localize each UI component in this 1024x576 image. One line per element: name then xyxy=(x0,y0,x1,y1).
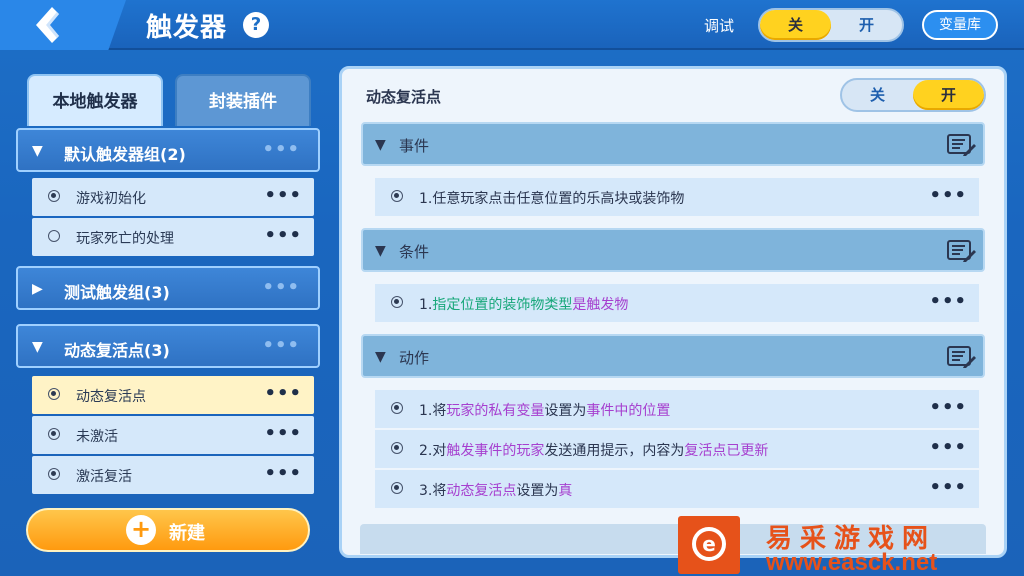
action-row[interactable]: 2.对触发事件的玩家发送通用提示，内容为复活点已更新 ••• xyxy=(375,430,979,468)
action-text: 2.对触发事件的玩家发送通用提示，内容为复活点已更新 xyxy=(419,443,769,459)
tab-packaged-plugins[interactable]: 封装插件 xyxy=(175,74,311,126)
group-test-triggers[interactable]: ▶ 测试触发组(3) ••• xyxy=(16,266,320,310)
trigger-item-game-init[interactable]: 游戏初始化 ••• xyxy=(32,178,314,216)
action-row[interactable]: 3.将动态复活点设置为真 ••• xyxy=(375,470,979,508)
event-text: 1.任意玩家点击任意位置的乐高块或装饰物 xyxy=(419,191,685,207)
disabled-radio-icon[interactable] xyxy=(48,230,60,242)
section-label: 动作 xyxy=(399,349,430,367)
bullet-icon xyxy=(391,190,403,202)
trigger-item-label: 动态复活点 xyxy=(76,389,146,405)
more-options-icon[interactable]: ••• xyxy=(929,437,967,458)
debug-label: 调试 xyxy=(704,17,735,35)
edit-list-icon[interactable] xyxy=(947,133,977,157)
enabled-radio-icon[interactable] xyxy=(48,388,60,400)
debug-toggle-on[interactable]: 开 xyxy=(831,10,902,40)
group-default-triggers[interactable]: ▼ 默认触发器组(2) ••• xyxy=(16,128,320,172)
more-options-icon[interactable]: ••• xyxy=(262,277,300,298)
edit-list-icon[interactable] xyxy=(947,345,977,369)
trigger-item-activate-respawn[interactable]: 激活复活 ••• xyxy=(32,456,314,494)
section-label: 条件 xyxy=(399,243,430,261)
more-options-icon[interactable]: ••• xyxy=(262,139,300,160)
expand-triangle-icon: ▼ xyxy=(375,243,386,259)
bullet-icon xyxy=(391,442,403,454)
back-button[interactable] xyxy=(0,0,126,50)
more-options-icon[interactable]: ••• xyxy=(929,477,967,498)
new-trigger-button[interactable]: + 新建 xyxy=(26,508,310,552)
action-text: 1.将玩家的私有变量设置为事件中的位置 xyxy=(419,403,671,419)
more-options-icon[interactable]: ••• xyxy=(929,291,967,312)
trigger-item-label: 玩家死亡的处理 xyxy=(76,231,174,247)
expand-triangle-icon: ▼ xyxy=(32,143,43,159)
trigger-item-label: 激活复活 xyxy=(76,469,132,485)
enabled-radio-icon[interactable] xyxy=(48,428,60,440)
more-options-icon[interactable]: ••• xyxy=(262,335,300,356)
event-row[interactable]: 1.任意玩家点击任意位置的乐高块或装饰物 ••• xyxy=(375,178,979,216)
more-options-icon[interactable]: ••• xyxy=(264,225,302,246)
trigger-title: 动态复活点 xyxy=(366,88,442,106)
section-label: 事件 xyxy=(399,137,430,155)
section-event[interactable]: ▼ 事件 xyxy=(361,122,985,166)
tab-local-triggers[interactable]: 本地触发器 xyxy=(27,74,163,126)
more-options-icon[interactable]: ••• xyxy=(264,383,302,404)
trigger-item-dynamic-respawn[interactable]: 动态复活点 ••• xyxy=(32,376,314,414)
trigger-item-inactive[interactable]: 未激活 ••• xyxy=(32,416,314,454)
expand-triangle-icon: ▼ xyxy=(375,349,386,365)
action-row[interactable]: 1.将玩家的私有变量设置为事件中的位置 ••• xyxy=(375,390,979,428)
trigger-enable-toggle[interactable]: 关 开 xyxy=(840,78,986,112)
back-arrow-icon xyxy=(36,7,60,43)
group-label: 测试触发组(3) xyxy=(64,283,170,302)
trigger-item-label: 未激活 xyxy=(76,429,118,445)
more-options-icon[interactable]: ••• xyxy=(929,397,967,418)
more-options-icon[interactable]: ••• xyxy=(264,185,302,206)
more-options-icon[interactable]: ••• xyxy=(929,185,967,206)
debug-toggle-off[interactable]: 关 xyxy=(760,10,831,40)
section-action[interactable]: ▼ 动作 xyxy=(361,334,985,378)
debug-toggle[interactable]: 关 开 xyxy=(758,8,904,42)
enabled-radio-icon[interactable] xyxy=(48,468,60,480)
expand-triangle-icon: ▼ xyxy=(375,137,386,153)
more-options-icon[interactable]: ••• xyxy=(264,463,302,484)
page-title: 触发器 xyxy=(146,13,228,43)
bullet-icon xyxy=(391,482,403,494)
trigger-item-label: 游戏初始化 xyxy=(76,191,146,207)
edit-list-icon[interactable] xyxy=(947,239,977,263)
bullet-icon xyxy=(391,296,403,308)
trigger-toggle-off[interactable]: 关 xyxy=(842,80,913,110)
trigger-item-player-death[interactable]: 玩家死亡的处理 ••• xyxy=(32,218,314,256)
top-bar: 触发器 ? 调试 关 开 变量库 xyxy=(0,0,1024,50)
bullet-icon xyxy=(391,402,403,414)
enabled-radio-icon[interactable] xyxy=(48,190,60,202)
plus-icon: + xyxy=(126,515,156,545)
help-icon[interactable]: ? xyxy=(243,12,269,38)
group-label: 动态复活点(3) xyxy=(64,341,170,360)
watermark-logo: e xyxy=(678,516,740,574)
action-text: 3.将动态复活点设置为真 xyxy=(419,483,573,499)
condition-text: 1.指定位置的装饰物类型是触发物 xyxy=(419,297,629,313)
new-button-label: 新建 xyxy=(169,523,205,544)
more-options-icon[interactable]: ••• xyxy=(264,423,302,444)
group-dynamic-respawn[interactable]: ▼ 动态复活点(3) ••• xyxy=(16,324,320,368)
collapse-triangle-icon: ▶ xyxy=(32,281,43,297)
condition-row[interactable]: 1.指定位置的装饰物类型是触发物 ••• xyxy=(375,284,979,322)
variable-library-button[interactable]: 变量库 xyxy=(922,10,998,40)
watermark-logo-letter: e xyxy=(692,527,726,561)
section-condition[interactable]: ▼ 条件 xyxy=(361,228,985,272)
trigger-toggle-on[interactable]: 开 xyxy=(913,80,984,110)
group-label: 默认触发器组(2) xyxy=(64,145,186,164)
expand-triangle-icon: ▼ xyxy=(32,339,43,355)
watermark-url: www.easck.net xyxy=(766,549,938,576)
